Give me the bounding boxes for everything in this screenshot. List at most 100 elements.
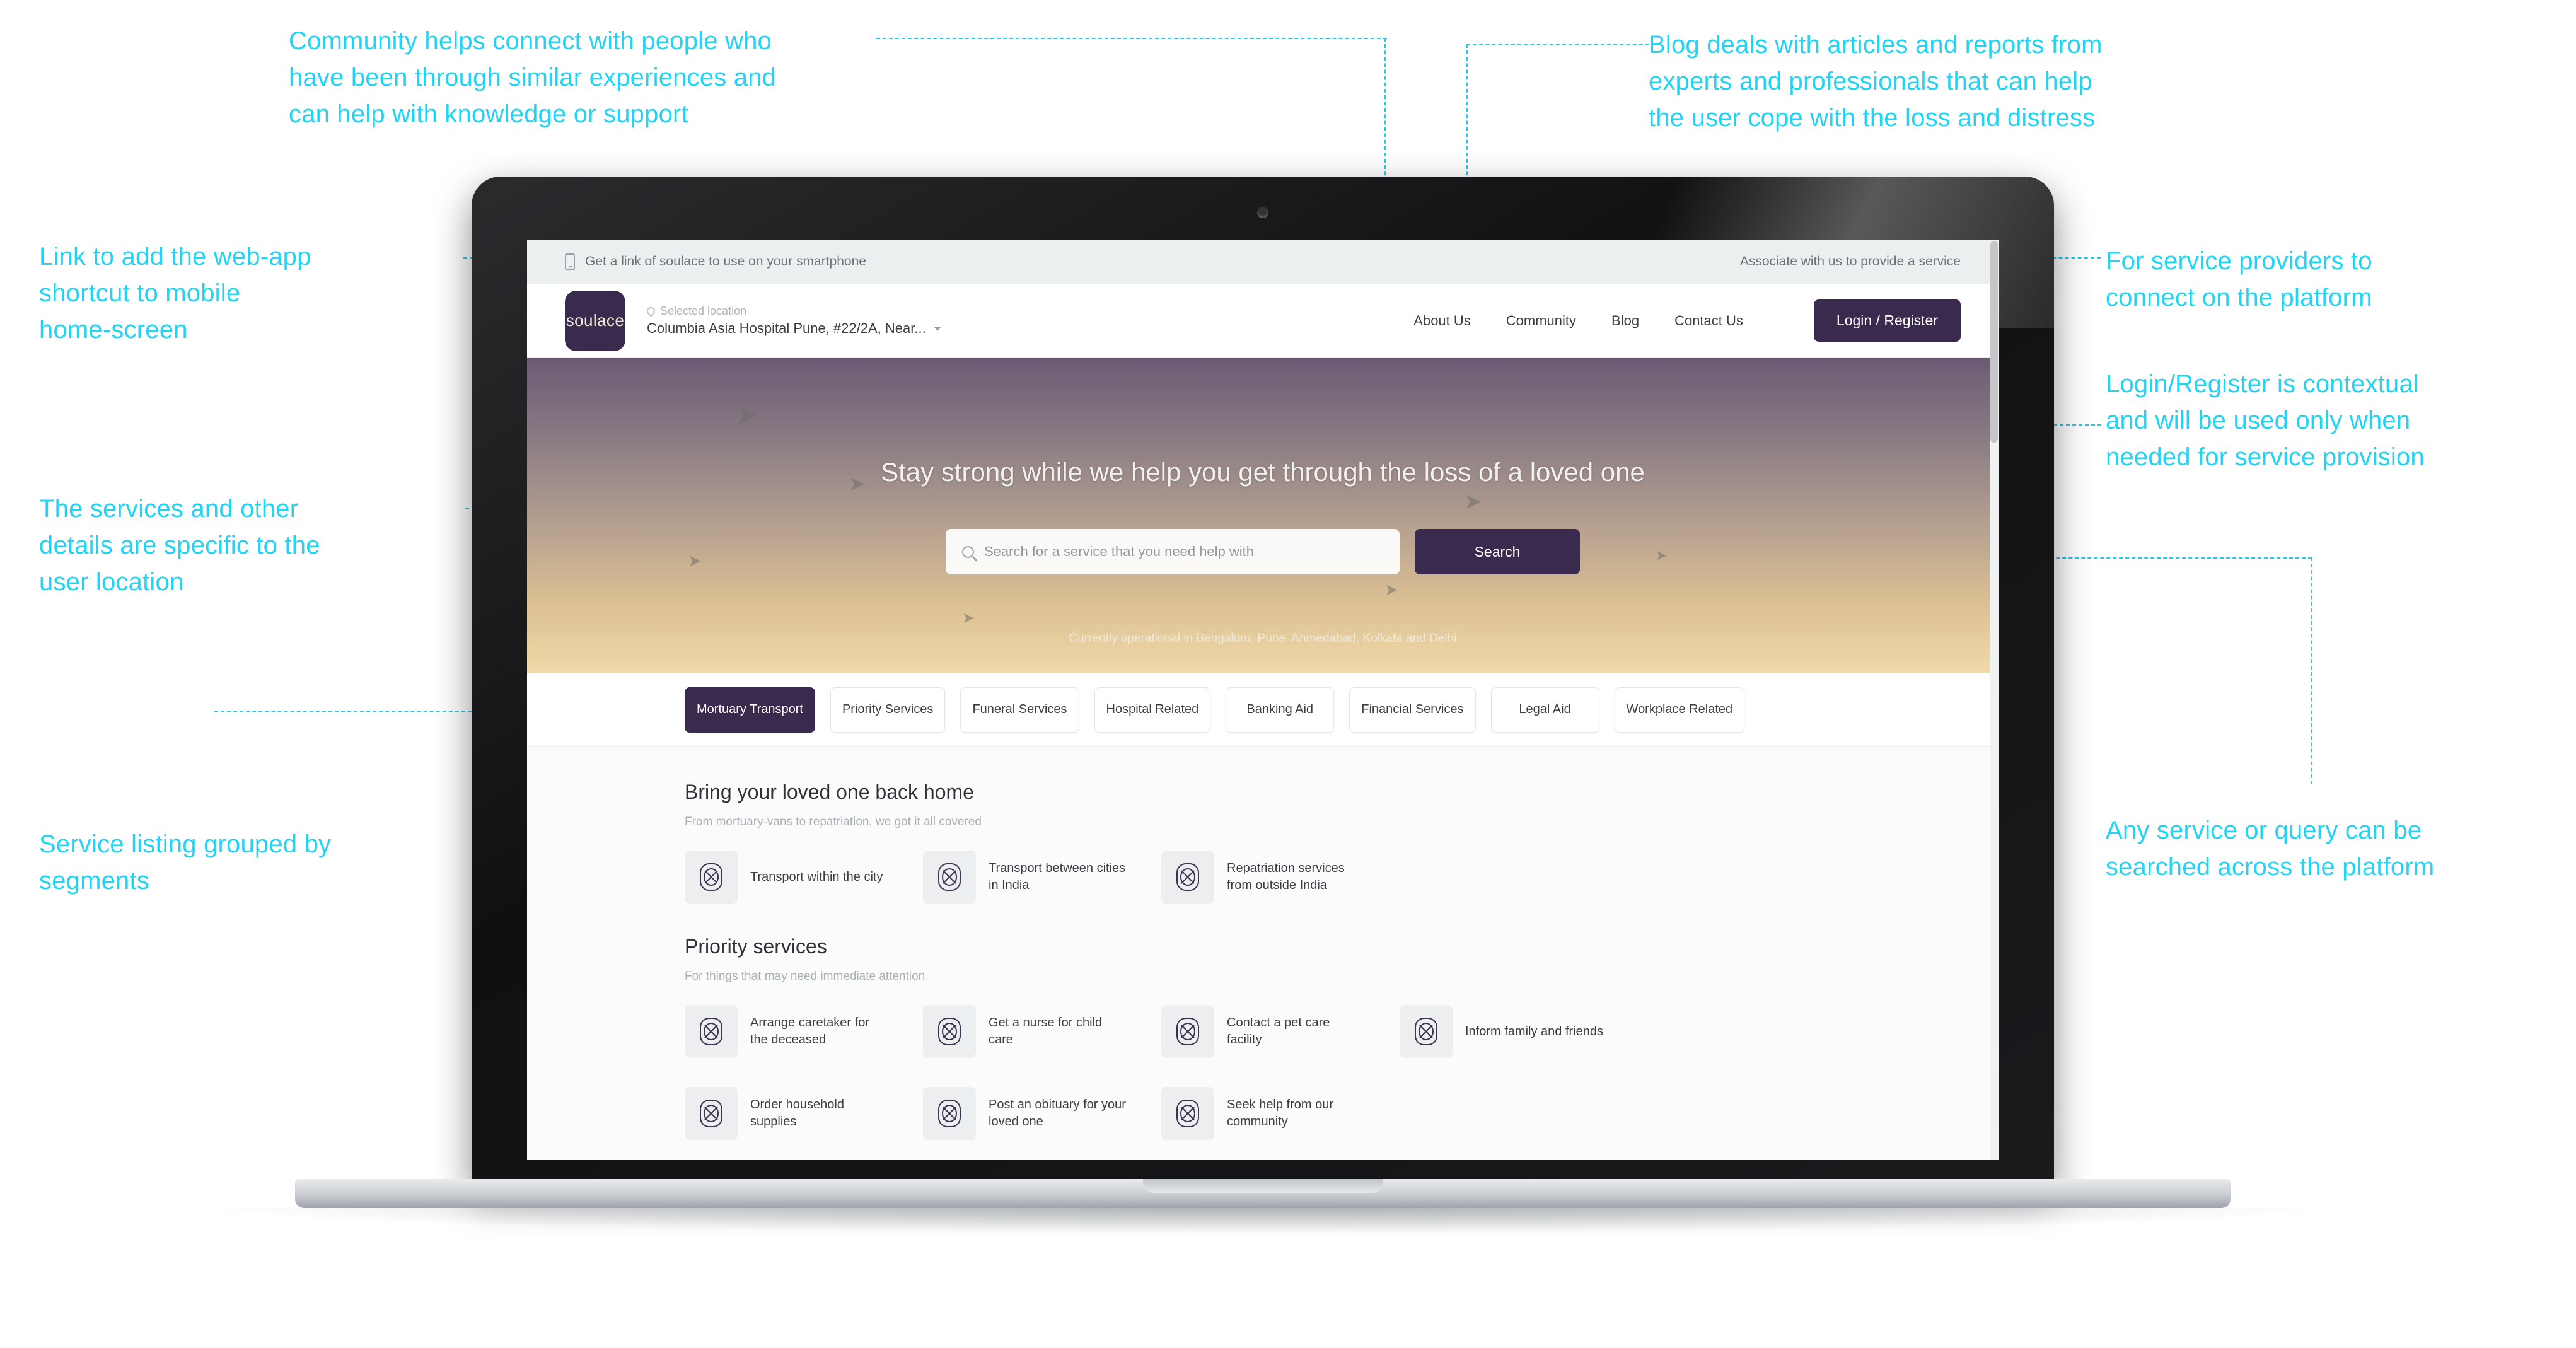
- associate-link[interactable]: Associate with us to provide a service: [1740, 254, 1961, 269]
- category-tab[interactable]: Legal Aid: [1490, 687, 1599, 733]
- bird-icon: ➤: [688, 551, 702, 570]
- service-card-label: Transport between cities in India: [989, 861, 1126, 892]
- section-title: Priority services: [685, 935, 827, 958]
- category-tab[interactable]: Mortuary Transport: [685, 687, 815, 733]
- annotation-webapp-link: Link to add the web-app shortcut to mobi…: [39, 243, 311, 344]
- service-card-label: Post an obituary for your loved one: [989, 1098, 1126, 1129]
- primary-nav: About Us Community Blog Contact Us Login…: [1413, 299, 1961, 342]
- service-card-grid: Arrange caretaker for the deceased Get a …: [685, 1005, 1841, 1140]
- search-icon: [962, 545, 974, 558]
- webapp-link-text[interactable]: Get a link of soulace to use on your sma…: [585, 254, 866, 269]
- service-card-label: Arrange caretaker for the deceased: [750, 1016, 869, 1047]
- site-topbar: Get a link of soulace to use on your sma…: [527, 240, 1999, 284]
- service-card[interactable]: Order household supplies: [685, 1087, 889, 1140]
- mockup-canvas: Community helps connect with people who …: [0, 0, 2576, 1348]
- search-button[interactable]: Search: [1415, 529, 1580, 574]
- section-subtitle: For things that may need immediate atten…: [685, 970, 925, 983]
- search-field-wrapper[interactable]: [946, 529, 1400, 574]
- login-register-button[interactable]: Login / Register: [1813, 299, 1961, 342]
- service-card-label: Inform family and friends: [1465, 1024, 1603, 1038]
- service-card-grid: Transport within the city Transport betwe…: [685, 851, 1841, 904]
- nav-link-contact-us[interactable]: Contact Us: [1674, 313, 1743, 329]
- service-card[interactable]: Contact a pet care facility: [1161, 1005, 1366, 1058]
- leader-community-h: [876, 38, 1387, 39]
- category-tab[interactable]: Banking Aid: [1226, 687, 1335, 733]
- location-value-row[interactable]: Columbia Asia Hospital Pune, #22/2A, Nea…: [647, 320, 941, 337]
- service-card-label: Contact a pet care facility: [1227, 1016, 1330, 1047]
- location-label: Selected location: [660, 305, 747, 317]
- hero-search-row: Search: [946, 529, 1580, 574]
- laptop-base-notch: [1143, 1179, 1383, 1193]
- webcam-icon: [1257, 207, 1268, 218]
- nav-link-about-us[interactable]: About Us: [1413, 313, 1471, 329]
- annotation-search-platform: Any service or query can be searched acr…: [2106, 816, 2435, 881]
- service-card-label: Seek help from our community: [1227, 1098, 1333, 1129]
- annotation-location-specific: The services and other details are speci…: [39, 495, 320, 596]
- service-icon: [685, 1005, 738, 1058]
- laptop-lid: Get a link of soulace to use on your sma…: [472, 177, 2054, 1185]
- location-value: Columbia Asia Hospital Pune, #22/2A, Nea…: [647, 320, 926, 336]
- bird-icon: ➤: [962, 610, 975, 627]
- service-card-label: Repatriation services from outside India: [1227, 861, 1345, 892]
- annotation-login-contextual: Login/Register is contextual and will be…: [2106, 370, 2425, 471]
- nav-link-blog[interactable]: Blog: [1611, 313, 1639, 329]
- service-icon: [1161, 851, 1214, 904]
- service-icon: [1400, 1005, 1453, 1058]
- category-tab[interactable]: Financial Services: [1349, 687, 1476, 733]
- search-input[interactable]: [984, 543, 1383, 560]
- section-title: Bring your loved one back home: [685, 781, 974, 803]
- service-card[interactable]: Arrange caretaker for the deceased: [685, 1005, 889, 1058]
- category-tab[interactable]: Workplace Related: [1614, 687, 1745, 733]
- laptop-mockup: Get a link of soulace to use on your sma…: [219, 177, 2312, 1248]
- service-icon: [923, 851, 976, 904]
- annotation-blog: Blog deals with articles and reports fro…: [1649, 31, 2103, 132]
- service-card[interactable]: Post an obituary for your loved one: [923, 1087, 1127, 1140]
- service-icon: [923, 1005, 976, 1058]
- annotation-service-grouping: Service listing grouped by segments: [39, 830, 332, 895]
- location-selector[interactable]: Selected location Columbia Asia Hospital…: [645, 305, 941, 337]
- annotation-community: Community helps connect with people who …: [289, 27, 777, 128]
- webapp-link-group[interactable]: Get a link of soulace to use on your sma…: [565, 253, 866, 270]
- page-scrollbar[interactable]: [1990, 240, 1999, 1160]
- service-card[interactable]: Seek help from our community: [1161, 1087, 1366, 1140]
- bird-icon: ➤: [1464, 490, 1482, 514]
- service-card-label: Get a nurse for child care: [989, 1016, 1103, 1047]
- soulace-logo[interactable]: soulace: [565, 290, 625, 351]
- bird-icon: ➤: [1656, 547, 1668, 563]
- service-card[interactable]: Inform family and friends: [1400, 1005, 1604, 1058]
- scrollbar-thumb[interactable]: [1990, 241, 1998, 443]
- service-icon: [685, 1087, 738, 1140]
- service-card[interactable]: Repatriation services from outside India: [1161, 851, 1366, 904]
- site-navbar: soulace Selected location Columbia Asia …: [527, 284, 1999, 358]
- bird-icon: ➤: [1384, 580, 1398, 599]
- service-icon: [1161, 1005, 1214, 1058]
- services-content: Bring your loved one back home From mortu…: [527, 747, 1999, 1160]
- category-tab-bar: Mortuary Transport Priority Services Funer…: [527, 673, 1999, 747]
- service-card[interactable]: Transport between cities in India: [923, 851, 1127, 904]
- service-icon: [685, 851, 738, 904]
- service-card[interactable]: Get a nurse for child care: [923, 1005, 1127, 1058]
- chevron-down-icon[interactable]: [933, 326, 941, 331]
- logo-text: soulace: [566, 311, 625, 330]
- bird-icon: ➤: [735, 398, 760, 431]
- hero-banner: ➤ ➤ ➤ ➤ ➤ ➤ ➤ Stay strong while we help …: [527, 358, 1999, 673]
- leader-blog-h: [1466, 44, 1649, 45]
- service-icon: [923, 1087, 976, 1140]
- service-card-label: Transport within the city: [750, 869, 883, 884]
- browser-viewport: Get a link of soulace to use on your sma…: [527, 240, 1999, 1160]
- service-card-label: Order household supplies: [750, 1098, 844, 1129]
- laptop-shadow: [219, 1208, 2312, 1233]
- hero-title: Stay strong while we help you get throug…: [881, 457, 1645, 487]
- service-card[interactable]: Transport within the city: [685, 851, 889, 904]
- leader-search-v: [2311, 557, 2312, 784]
- category-tab[interactable]: Priority Services: [830, 687, 946, 733]
- nav-link-community[interactable]: Community: [1506, 313, 1576, 329]
- annotation-service-providers: For service providers to connect on the …: [2106, 247, 2372, 311]
- location-label-row: Selected location: [645, 305, 941, 318]
- category-tab[interactable]: Funeral Services: [960, 687, 1079, 733]
- associate-link-text[interactable]: Associate with us to provide a service: [1740, 254, 1961, 269]
- service-icon: [1161, 1087, 1214, 1140]
- bird-icon: ➤: [849, 472, 866, 495]
- operational-cities-note: Currently operational in Bengaluru, Pune…: [1069, 632, 1457, 645]
- category-tab[interactable]: Hospital Related: [1094, 687, 1211, 733]
